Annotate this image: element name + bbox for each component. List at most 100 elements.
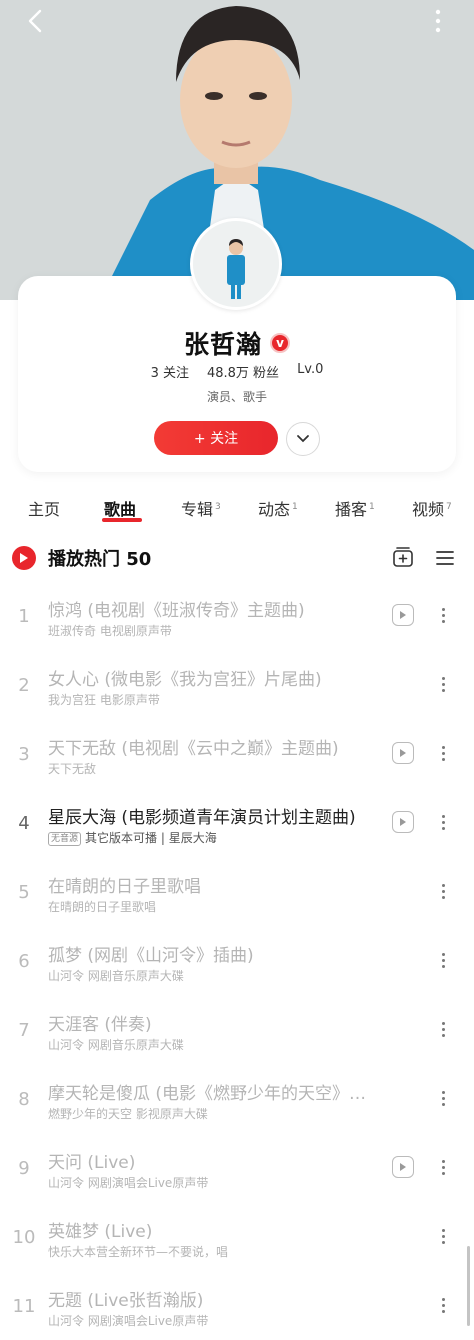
song-subtitle-text: 山河令 网剧演唱会Live原声带 bbox=[48, 1314, 209, 1328]
video-play-icon[interactable] bbox=[392, 604, 414, 626]
video-play-icon[interactable] bbox=[392, 811, 414, 833]
song-more-icon[interactable] bbox=[436, 1085, 450, 1111]
song-title: 天下无敌 (电视剧《云中之巅》主题曲) bbox=[48, 739, 339, 759]
song-subtitle-text: 山河令 网剧演唱会Live原声带 bbox=[48, 1176, 209, 1190]
song-title: 惊鸿 (电视剧《班淑传奇》主题曲) bbox=[48, 601, 305, 621]
song-title: 天问 (Live) bbox=[48, 1153, 136, 1173]
song-subtitle: 我为宫狂 电影原声带 bbox=[48, 691, 378, 708]
avatar-image bbox=[193, 221, 279, 307]
tab-songs[interactable]: 歌曲 bbox=[104, 496, 138, 520]
song-index: 5 bbox=[18, 882, 30, 903]
song-subtitle-text: 在晴朗的日子里歌唱 bbox=[48, 900, 157, 914]
song-more-icon[interactable] bbox=[436, 671, 450, 697]
tab-activity[interactable]: 动态 1 bbox=[258, 496, 298, 520]
level-label: Lv.0 bbox=[297, 362, 324, 377]
tab-albums[interactable]: 专辑 3 bbox=[181, 496, 221, 520]
song-row[interactable]: 3 天下无敌 (电视剧《云中之巅》主题曲) 天下无敌 bbox=[0, 728, 474, 794]
no-source-badge: 无音源 bbox=[48, 832, 82, 846]
song-index: 3 bbox=[18, 744, 30, 765]
song-title: 无题 (Live张哲瀚版) bbox=[48, 1291, 204, 1311]
song-index: 1 bbox=[18, 606, 30, 627]
song-subtitle: 山河令 网剧演唱会Live原声带 bbox=[48, 1312, 378, 1329]
song-more-icon[interactable] bbox=[436, 1223, 450, 1249]
song-more-icon[interactable] bbox=[436, 740, 450, 766]
song-subtitle-text: 班淑传奇 电视剧原声带 bbox=[48, 624, 172, 638]
song-title: 在晴朗的日子里歌唱 bbox=[48, 877, 201, 897]
hamburger-menu-icon[interactable] bbox=[434, 547, 456, 569]
scrollbar[interactable] bbox=[467, 1246, 470, 1326]
add-to-playlist-icon[interactable] bbox=[392, 546, 414, 568]
tab-podcast[interactable]: 播客 1 bbox=[335, 496, 375, 520]
song-subtitle-text: 天下无敌 bbox=[48, 762, 97, 776]
song-index: 7 bbox=[18, 1020, 30, 1041]
song-title: 天涯客 (伴奏) bbox=[48, 1015, 152, 1035]
chevron-left-icon bbox=[28, 9, 42, 33]
verified-badge-icon: v bbox=[270, 333, 290, 353]
song-subtitle-text: 山河令 网剧音乐原声大碟 bbox=[48, 969, 184, 983]
artist-roles: 演员、歌手 bbox=[206, 390, 267, 404]
song-row[interactable]: 5 在晴朗的日子里歌唱 在晴朗的日子里歌唱 bbox=[0, 866, 474, 932]
song-more-icon[interactable] bbox=[436, 878, 450, 904]
song-subtitle: 山河令 网剧音乐原声大碟 bbox=[48, 1036, 378, 1053]
play-hot-header: 播放热门 50 bbox=[0, 543, 474, 573]
artist-name-row: 张哲瀚 v bbox=[0, 326, 474, 360]
song-row[interactable]: 9 天问 (Live) 山河令 网剧演唱会Live原声带 bbox=[0, 1142, 474, 1208]
song-subtitle: 天下无敌 bbox=[48, 760, 378, 777]
song-subtitle: 快乐大本营全新环节—不要说，唱 bbox=[48, 1243, 378, 1260]
song-title: 孤梦 (网剧《山河令》插曲) bbox=[48, 946, 254, 966]
expand-similar-button[interactable] bbox=[286, 422, 320, 456]
song-index: 4 bbox=[18, 813, 30, 834]
more-options-button[interactable] bbox=[426, 6, 450, 36]
song-subtitle: 班淑传奇 电视剧原声带 bbox=[48, 622, 378, 639]
artist-avatar[interactable] bbox=[190, 218, 282, 310]
song-row[interactable]: 7 天涯客 (伴奏) 山河令 网剧音乐原声大碟 bbox=[0, 1004, 474, 1070]
song-title: 英雄梦 (Live) bbox=[48, 1222, 153, 1242]
song-row[interactable]: 6 孤梦 (网剧《山河令》插曲) 山河令 网剧音乐原声大碟 bbox=[0, 935, 474, 1001]
song-subtitle: 无音源 其它版本可播 | 星辰大海 bbox=[48, 829, 378, 846]
following-count[interactable]: 3 关注 bbox=[151, 362, 189, 382]
vertical-dots-icon bbox=[435, 9, 441, 33]
song-title: 摩天轮是傻瓜 (电影《燃野少年的天空》插曲) bbox=[48, 1084, 380, 1104]
song-row[interactable]: 8 摩天轮是傻瓜 (电影《燃野少年的天空》插曲) 燃野少年的天空 影视原声大碟 bbox=[0, 1073, 474, 1139]
song-subtitle: 燃野少年的天空 影视原声大碟 bbox=[48, 1105, 378, 1122]
song-more-icon[interactable] bbox=[436, 809, 450, 835]
artist-tabs: 主页 歌曲 专辑 3 动态 1 播客 1 视频 7 bbox=[0, 496, 474, 526]
song-more-icon[interactable] bbox=[436, 1016, 450, 1042]
tab-videos[interactable]: 视频 7 bbox=[412, 496, 452, 520]
back-button[interactable] bbox=[20, 6, 50, 36]
song-row[interactable]: 4 星辰大海 (电影频道青年演员计划主题曲) 无音源 其它版本可播 | 星辰大海 bbox=[0, 797, 474, 863]
song-more-icon[interactable] bbox=[436, 1292, 450, 1318]
song-index: 9 bbox=[18, 1158, 30, 1179]
video-play-icon[interactable] bbox=[392, 1156, 414, 1178]
play-triangle-icon bbox=[20, 553, 28, 563]
song-more-icon[interactable] bbox=[436, 947, 450, 973]
song-row[interactable]: 10 英雄梦 (Live) 快乐大本营全新环节—不要说，唱 bbox=[0, 1211, 474, 1277]
song-row[interactable]: 2 女人心 (微电影《我为宫狂》片尾曲) 我为宫狂 电影原声带 bbox=[0, 659, 474, 725]
song-index: 8 bbox=[18, 1089, 30, 1110]
song-subtitle: 在晴朗的日子里歌唱 bbox=[48, 898, 378, 915]
fans-count[interactable]: 48.8万 粉丝 bbox=[207, 362, 279, 382]
song-row[interactable]: 1 惊鸿 (电视剧《班淑传奇》主题曲) 班淑传奇 电视剧原声带 bbox=[0, 590, 474, 656]
song-subtitle-text: 燃野少年的天空 影视原声大碟 bbox=[48, 1107, 208, 1121]
song-subtitle: 山河令 网剧音乐原声大碟 bbox=[48, 967, 378, 984]
video-play-icon[interactable] bbox=[392, 742, 414, 764]
song-index: 11 bbox=[12, 1296, 36, 1317]
active-tab-indicator bbox=[102, 518, 142, 522]
chevron-down-icon bbox=[297, 435, 309, 443]
song-more-icon[interactable] bbox=[436, 1154, 450, 1180]
play-hot-label[interactable]: 播放热门 50 bbox=[48, 545, 151, 571]
tab-home[interactable]: 主页 bbox=[28, 496, 62, 520]
song-title: 女人心 (微电影《我为宫狂》片尾曲) bbox=[48, 670, 322, 690]
song-subtitle-text: 快乐大本营全新环节—不要说，唱 bbox=[48, 1245, 229, 1259]
song-subtitle: 山河令 网剧演唱会Live原声带 bbox=[48, 1174, 378, 1191]
song-row[interactable]: 11 无题 (Live张哲瀚版) 山河令 网剧演唱会Live原声带 bbox=[0, 1280, 474, 1340]
song-title: 星辰大海 (电影频道青年演员计划主题曲) bbox=[48, 808, 356, 828]
song-index: 10 bbox=[12, 1227, 36, 1248]
play-circle-icon[interactable] bbox=[12, 546, 36, 570]
artist-stats: 3 关注 48.8万 粉丝 Lv.0 bbox=[0, 362, 474, 382]
song-more-icon[interactable] bbox=[436, 602, 450, 628]
song-subtitle-text: 山河令 网剧音乐原声大碟 bbox=[48, 1038, 184, 1052]
song-subtitle-text: 我为宫狂 电影原声带 bbox=[48, 693, 160, 707]
follow-button[interactable]: + 关注 bbox=[154, 421, 278, 455]
song-subtitle-text: 其它版本可播 | 星辰大海 bbox=[85, 831, 217, 845]
